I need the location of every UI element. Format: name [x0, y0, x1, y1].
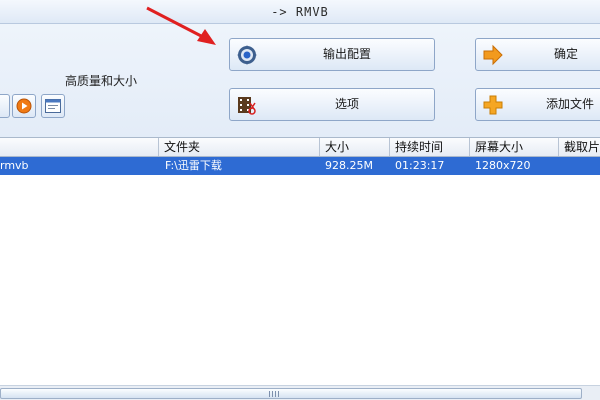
toolbar: 高质量和大小 输出配置 确定 选项 添加文件	[0, 24, 600, 137]
options-label: 选项	[334, 97, 359, 111]
column-header-clip[interactable]: 截取片	[558, 138, 600, 156]
cell-clip	[559, 157, 600, 175]
scrollbar-thumb[interactable]	[0, 388, 582, 399]
window-button[interactable]	[41, 94, 65, 118]
confirm-label: 确定	[553, 47, 578, 61]
arrow-right-icon	[482, 44, 504, 66]
add-file-button[interactable]: 添加文件	[475, 88, 600, 121]
column-header-duration[interactable]: 持续时间	[389, 138, 469, 156]
cell-screen-size: 1280x720	[475, 159, 531, 172]
play-button[interactable]	[12, 94, 36, 118]
gear-icon	[236, 44, 258, 66]
cell-size: 928.25M	[325, 159, 373, 172]
table-header: 文件夹 大小 持续时间 屏幕大小 截取片	[0, 137, 600, 157]
cell-folder: F:\迅雷下载	[165, 159, 222, 172]
column-header-screen-size[interactable]: 屏幕大小	[469, 138, 558, 156]
output-config-label: 输出配置	[322, 47, 371, 61]
quality-preset-label: 高质量和大小	[65, 74, 138, 88]
scrollbar-grip	[269, 391, 281, 397]
window-title: -> RMVB	[0, 0, 600, 24]
column-header-size[interactable]: 大小	[319, 138, 389, 156]
column-header-folder[interactable]: 文件夹	[158, 138, 319, 156]
window-icon	[45, 99, 61, 116]
options-button[interactable]: 选项	[229, 88, 435, 121]
confirm-button[interactable]: 确定	[475, 38, 600, 71]
add-file-label: 添加文件	[545, 97, 594, 111]
play-icon	[16, 98, 32, 117]
output-config-button[interactable]: 输出配置	[229, 38, 435, 71]
file-list-area[interactable]	[0, 175, 600, 385]
plus-icon	[482, 94, 504, 116]
cell-duration: 01:23:17	[395, 159, 445, 172]
film-scissors-icon	[236, 94, 258, 116]
table-row[interactable]: rmvb F:\迅雷下载 928.25M 01:23:17 1280x720	[0, 157, 600, 175]
cell-name: rmvb	[0, 159, 29, 172]
horizontal-scrollbar[interactable]	[0, 385, 600, 400]
small-button-partial[interactable]	[0, 94, 10, 118]
